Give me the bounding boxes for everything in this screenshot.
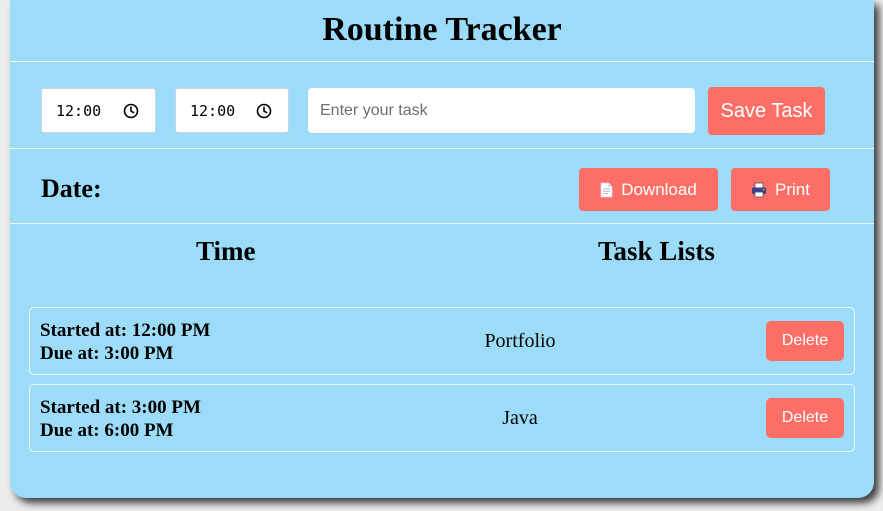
printer-icon bbox=[751, 182, 767, 198]
divider bbox=[10, 148, 874, 149]
due-at: Due at: 6:00 PM bbox=[40, 420, 174, 441]
end-time-input[interactable]: 12:00 bbox=[175, 88, 289, 133]
delete-button[interactable]: Delete bbox=[766, 321, 844, 361]
task-times: Started at: 3:00 PM Due at: 6:00 PM bbox=[40, 396, 201, 442]
download-button[interactable]: Download bbox=[579, 168, 718, 211]
start-time-value: 12:00 bbox=[56, 101, 102, 120]
clock-icon[interactable] bbox=[256, 103, 272, 119]
column-header-time: Time bbox=[196, 236, 256, 266]
page-title: Routine Tracker bbox=[322, 11, 562, 48]
column-header-task-lists: Task Lists bbox=[598, 236, 715, 266]
task-row: Started at: 3:00 PM Due at: 6:00 PM Java… bbox=[29, 384, 855, 452]
task-row: Started at: 12:00 PM Due at: 3:00 PM Por… bbox=[29, 307, 855, 375]
date-label: Date: bbox=[41, 174, 102, 203]
print-button[interactable]: Print bbox=[731, 168, 830, 211]
print-label: Print bbox=[775, 179, 810, 199]
due-at: Due at: 3:00 PM bbox=[40, 343, 174, 364]
save-task-button[interactable]: Save Task bbox=[708, 87, 825, 135]
started-at: Started at: 12:00 PM bbox=[40, 320, 211, 341]
end-time-value: 12:00 bbox=[190, 101, 236, 120]
delete-button[interactable]: Delete bbox=[766, 398, 844, 438]
divider bbox=[10, 223, 874, 224]
routine-tracker-panel: Routine Tracker 12:00 12:00 Save Task Da… bbox=[10, 0, 874, 498]
start-time-input[interactable]: 12:00 bbox=[41, 88, 156, 133]
document-icon bbox=[600, 182, 613, 198]
task-times: Started at: 12:00 PM Due at: 3:00 PM bbox=[40, 319, 210, 365]
task-name: Portfolio bbox=[484, 330, 556, 352]
task-input[interactable] bbox=[308, 88, 695, 133]
clock-icon[interactable] bbox=[123, 103, 139, 119]
download-label: Download bbox=[621, 179, 697, 199]
divider bbox=[10, 61, 874, 62]
started-at: Started at: 3:00 PM bbox=[40, 397, 201, 418]
task-name: Java bbox=[502, 407, 538, 429]
